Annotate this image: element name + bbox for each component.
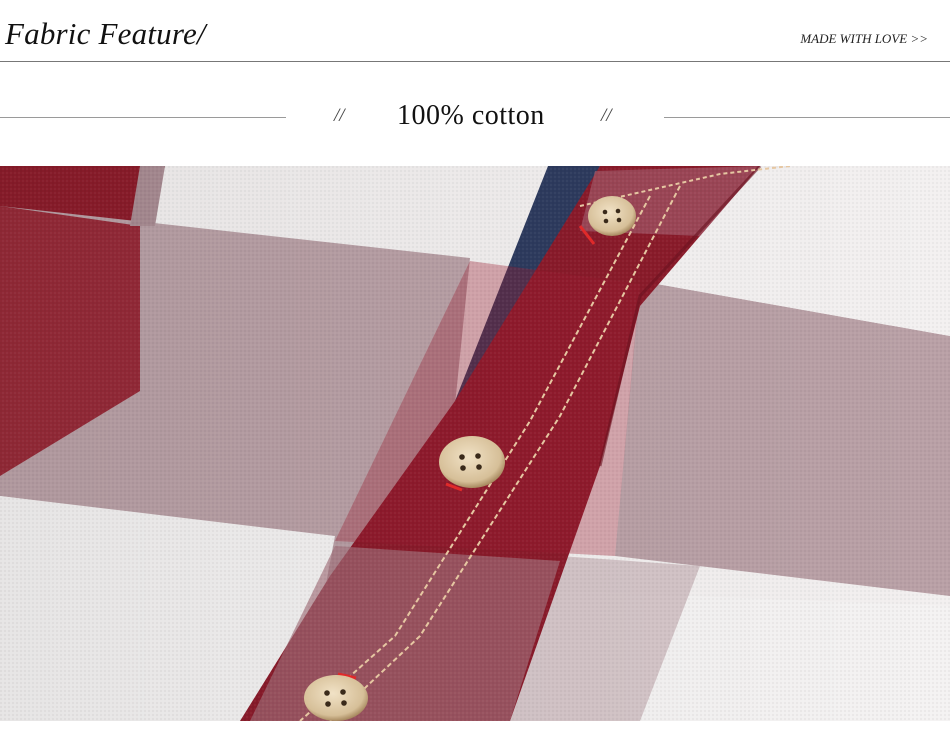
- product-detail-page: Fabric Feature/ MADE WITH LOVE >> // 100…: [0, 0, 950, 748]
- fabric-heading-row: // 100% cotton //: [0, 62, 950, 166]
- fabric-closeup-photo: [0, 166, 950, 721]
- shirt-fabric-illustration: [0, 166, 950, 721]
- divider-line-left: [0, 117, 286, 118]
- slash-ornament-right: //: [601, 105, 612, 126]
- divider-line-right: [664, 117, 950, 118]
- section-header: Fabric Feature/ MADE WITH LOVE >>: [0, 0, 950, 62]
- slash-ornament-left: //: [334, 105, 345, 126]
- tagline: MADE WITH LOVE >>: [800, 31, 928, 46]
- section-title: Fabric Feature/: [5, 16, 206, 51]
- fabric-composition-heading: 100% cotton: [397, 100, 545, 131]
